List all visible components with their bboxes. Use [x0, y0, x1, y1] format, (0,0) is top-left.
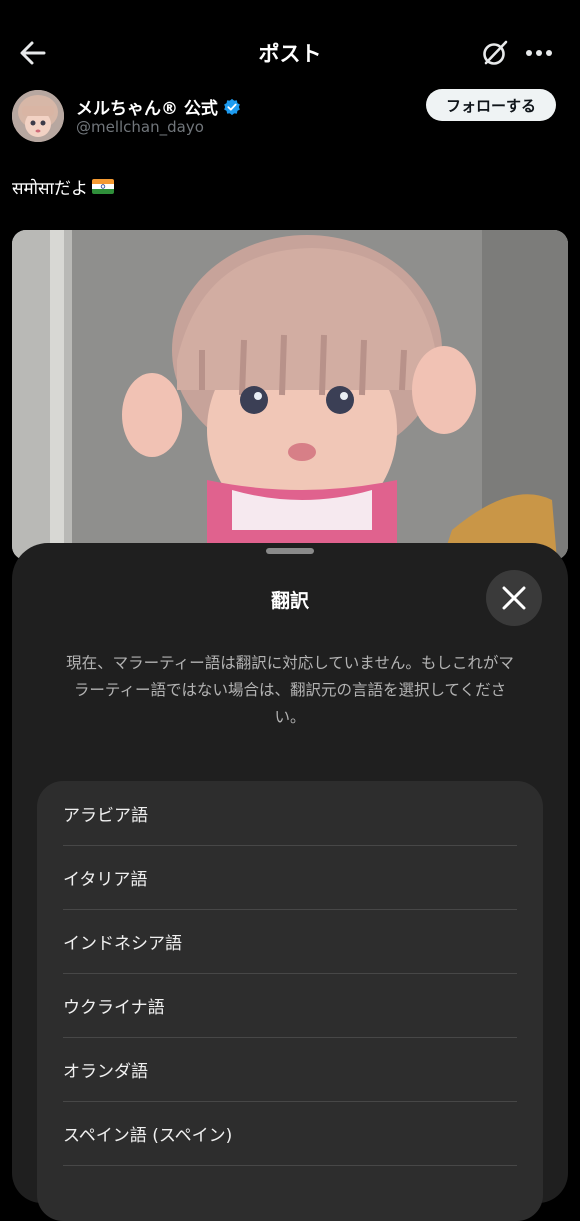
author-name-text: メルちゃん® 公式 — [76, 99, 218, 119]
post-text-content: समोसाだよ — [12, 179, 88, 199]
author-handle[interactable]: @mellchan_dayo — [76, 118, 204, 136]
language-option[interactable]: スペイン語 (スペイン) — [63, 1101, 517, 1166]
language-option[interactable]: オランダ語 — [63, 1037, 517, 1102]
verified-badge-icon — [224, 98, 240, 115]
sheet-grabber[interactable] — [266, 548, 314, 554]
language-option[interactable]: ウクライナ語 — [63, 973, 517, 1038]
more-button[interactable] — [522, 36, 556, 70]
grok-button[interactable] — [478, 36, 512, 70]
close-button[interactable] — [486, 570, 542, 626]
post-image[interactable] — [12, 230, 568, 560]
translation-notice: 現在、マラーティー語は翻訳に対応していません。もしこれがマラーティー語ではない場… — [66, 654, 514, 726]
language-list: アラビア語 イタリア語 インドネシア語 ウクライナ語 オランダ語 スペイン語 (… — [37, 781, 543, 1221]
follow-button[interactable]: フォローする — [426, 89, 556, 121]
close-icon — [502, 586, 526, 610]
author-name[interactable]: メルちゃん® 公式 — [76, 94, 241, 119]
avatar[interactable] — [12, 90, 64, 142]
india-flag-icon — [91, 179, 114, 194]
sheet-title: 翻訳 — [270, 590, 309, 612]
avatar-image — [12, 90, 64, 142]
post-text: समोसाだよ — [12, 174, 114, 199]
language-option[interactable]: イタリア語 — [63, 845, 517, 910]
doll-photo — [12, 230, 568, 560]
grok-icon — [483, 40, 508, 65]
language-option[interactable]: インドネシア語 — [63, 909, 517, 974]
language-option[interactable]: アラビア語 — [63, 781, 517, 846]
more-icon — [526, 50, 552, 56]
